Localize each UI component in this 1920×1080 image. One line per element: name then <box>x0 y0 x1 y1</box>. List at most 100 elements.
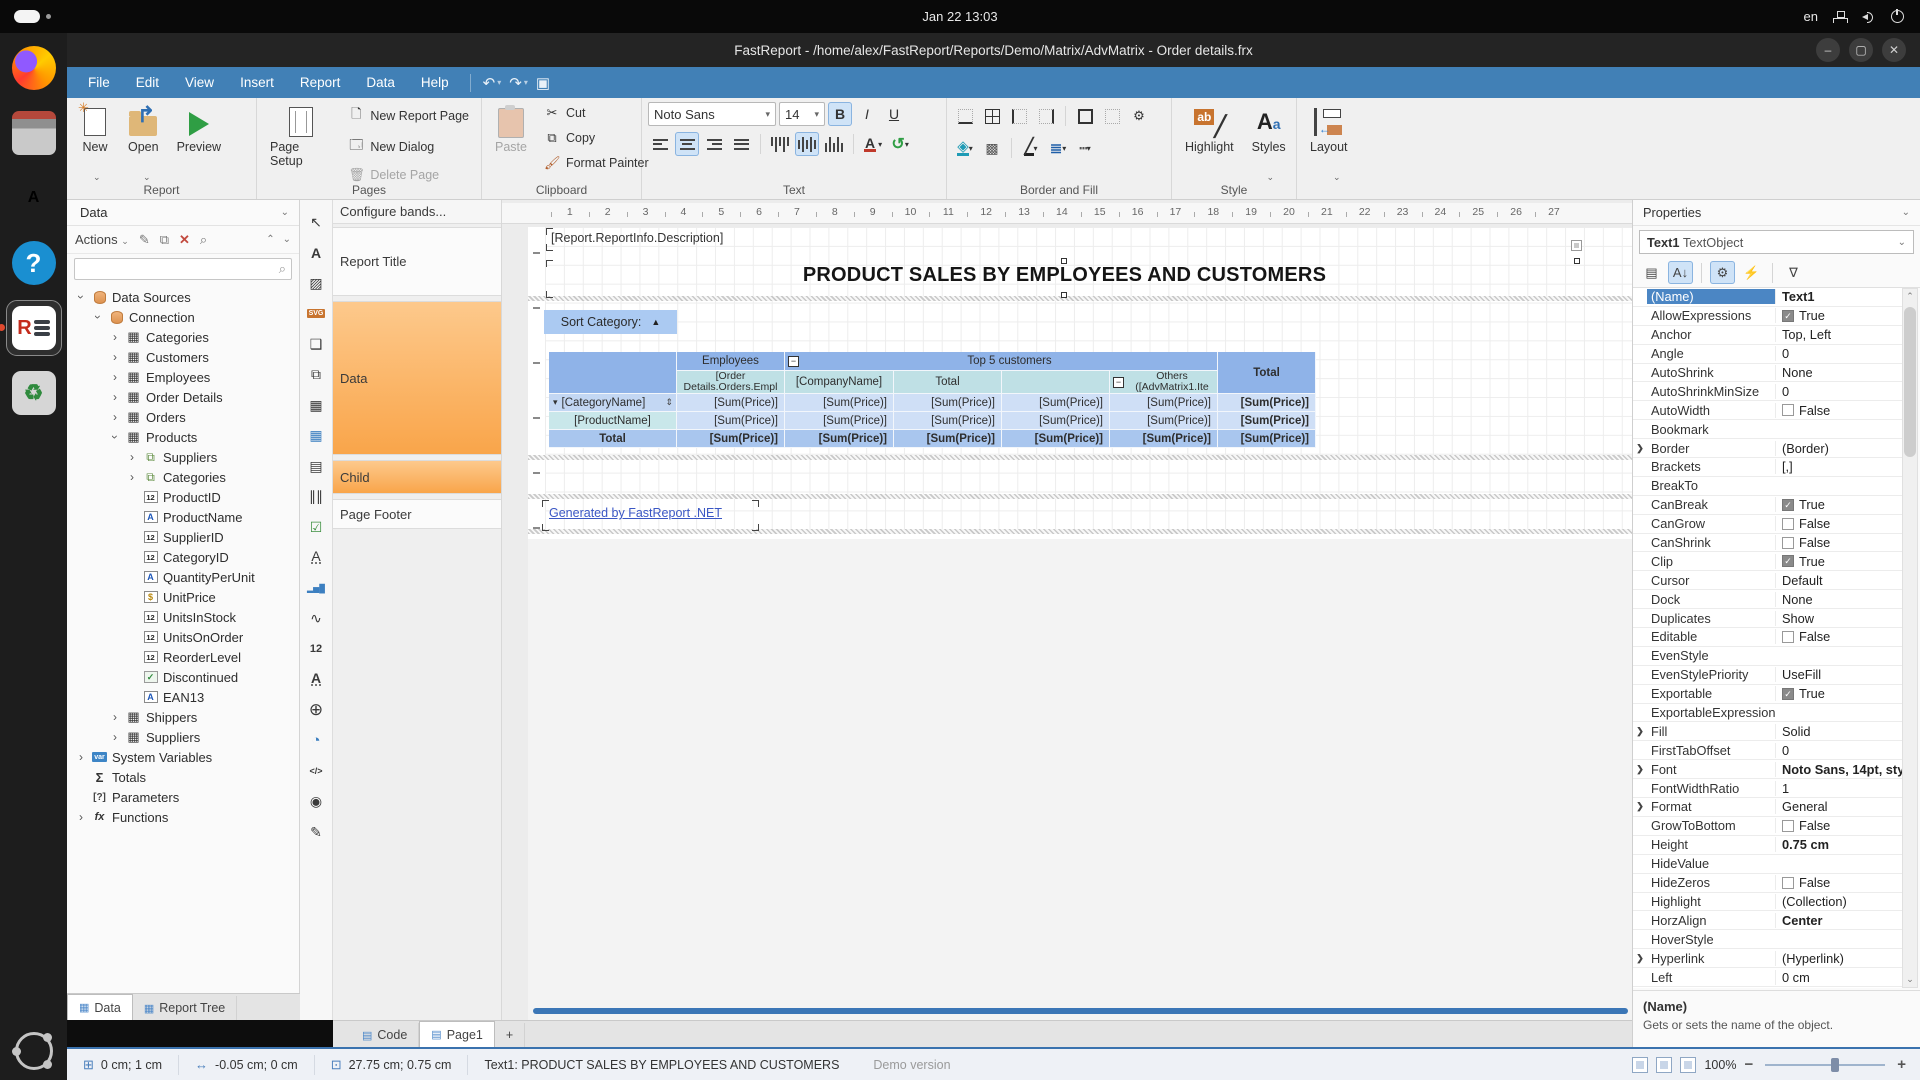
property-row-cursor[interactable]: CursorDefault <box>1633 571 1903 590</box>
firefox-dock-item[interactable] <box>7 41 61 95</box>
matrix-total-sum-cell[interactable]: [Sum(Price)] <box>1002 430 1110 448</box>
collapse-icon[interactable]: − <box>788 356 799 367</box>
align-right-button[interactable] <box>702 132 726 156</box>
tree-item-suppliers[interactable]: ›▦Suppliers <box>67 727 299 747</box>
categorized-view-button[interactable]: ▤ <box>1639 261 1664 284</box>
property-value[interactable]: Solid <box>1775 724 1903 739</box>
actions-dropdown[interactable]: Actions ⌄ <box>75 232 129 247</box>
undo-button[interactable]: ↶▾ <box>479 72 506 94</box>
matrix-others-header[interactable]: −Others ([AdvMatrix1.Ite <box>1110 371 1218 394</box>
tree-expander-icon[interactable]: › <box>109 350 121 364</box>
property-row-angle[interactable]: Angle0 <box>1633 345 1903 364</box>
picture-object[interactable]: ▨ <box>303 268 329 299</box>
property-row-duplicates[interactable]: DuplicatesShow <box>1633 609 1903 628</box>
property-value[interactable]: 0.75 cm <box>1775 837 1903 852</box>
tree-item-data-sources[interactable]: ›Data Sources <box>67 287 299 307</box>
property-value[interactable]: False <box>1775 516 1903 531</box>
menu-edit[interactable]: Edit <box>123 70 172 95</box>
help-dock-item[interactable]: ? <box>7 236 61 290</box>
maximize-button[interactable]: ▢ <box>1849 38 1873 62</box>
keyboard-layout-indicator[interactable]: en <box>1804 9 1818 24</box>
line-color-button[interactable]: ╱▾ <box>1019 136 1043 160</box>
property-value[interactable]: Text1 <box>1775 289 1903 304</box>
property-row-highlight[interactable]: Highlight(Collection) <box>1633 893 1903 912</box>
property-row-evenstyle[interactable]: EvenStyle <box>1633 647 1903 666</box>
ubuntu-logo-icon[interactable] <box>15 1032 53 1070</box>
matrix-top5-header[interactable]: −Top 5 customers <box>785 352 1218 371</box>
alphabetical-view-button[interactable]: A↓ <box>1668 261 1693 284</box>
minimize-button[interactable]: – <box>1816 38 1840 62</box>
power-icon[interactable] <box>1891 10 1904 23</box>
matrix-total-sum-cell[interactable]: [Sum(Price)] <box>677 430 785 448</box>
move-up-chevron-icon[interactable]: ⌃ <box>266 234 274 245</box>
configure-bands-button[interactable]: Configure bands... <box>333 200 501 224</box>
property-value[interactable]: Show <box>1775 611 1903 626</box>
properties-view-button[interactable]: ⚙ <box>1710 261 1735 284</box>
property-value[interactable]: [,] <box>1775 459 1903 474</box>
scroll-down-icon[interactable]: ⌄ <box>1903 974 1917 985</box>
menu-data[interactable]: Data <box>353 70 408 95</box>
menu-view[interactable]: View <box>172 70 227 95</box>
matrix-sum-cell[interactable]: [Sum(Price)] <box>1110 412 1218 430</box>
property-row-canbreak[interactable]: CanBreak✓True <box>1633 496 1903 515</box>
property-value[interactable]: ✓True <box>1775 686 1903 701</box>
matrix-total-sum-cell[interactable]: [Sum(Price)] <box>1218 394 1316 412</box>
zoom-slider[interactable] <box>1765 1064 1885 1066</box>
tree-item-order-details[interactable]: ›▦Order Details <box>67 387 299 407</box>
tree-item-quantityperunit[interactable]: AQuantityPerUnit <box>67 567 299 587</box>
line-width-button[interactable]: ≣▾ <box>1046 136 1070 160</box>
open-button[interactable]: Open <box>121 102 166 159</box>
tree-item-employees[interactable]: ›▦Employees <box>67 367 299 387</box>
property-value[interactable]: ✓True <box>1775 308 1903 323</box>
expander-icon[interactable]: ❯ <box>1633 801 1647 812</box>
matrix-sum-cell[interactable]: [Sum(Price)] <box>677 394 785 412</box>
fastreport-dock-item[interactable]: R <box>7 301 61 355</box>
band-separator[interactable] <box>528 296 1632 301</box>
new-dialog-button[interactable]: 🗔New Dialog <box>342 133 475 161</box>
band-separator[interactable] <box>528 455 1632 460</box>
property-value[interactable]: 0 <box>1775 384 1903 399</box>
property-row-fontwidthratio[interactable]: FontWidthRatio1 <box>1633 779 1903 798</box>
matrix-col-total-header[interactable]: Total <box>894 371 1002 394</box>
property-row-autoshrinkminsize[interactable]: AutoShrinkMinSize0 <box>1633 382 1903 401</box>
tree-expander-icon[interactable]: › <box>75 810 87 824</box>
matrix-sum-cell[interactable]: [Sum(Price)] <box>894 412 1002 430</box>
property-value[interactable]: Noto Sans, 14pt, styl <box>1775 762 1903 777</box>
expander-icon[interactable]: ❯ <box>1633 443 1647 454</box>
copy-datasource-icon[interactable]: ⧉ <box>160 232 169 248</box>
delete-datasource-icon[interactable]: ✕ <box>179 232 190 248</box>
property-row-fill[interactable]: ❯FillSolid <box>1633 722 1903 741</box>
matrix-grand-total-cell[interactable]: [Sum(Price)] <box>1218 430 1316 448</box>
page-view-single-icon[interactable] <box>1632 1057 1648 1073</box>
tree-item-products[interactable]: ›▦Products <box>67 427 299 447</box>
tree-item-functions[interactable]: ›fxFunctions <box>67 807 299 827</box>
description-text-object[interactable]: [Report.ReportInfo.Description] <box>551 231 723 245</box>
property-row-left[interactable]: Left0 cm <box>1633 968 1903 987</box>
fill-pattern-button[interactable]: ▩ <box>980 136 1004 160</box>
selection-handle[interactable] <box>1061 292 1067 298</box>
property-value[interactable]: None <box>1775 365 1903 380</box>
menu-report[interactable]: Report <box>287 70 354 95</box>
underline-button[interactable]: U <box>882 102 906 126</box>
copy-button[interactable]: ⧉Copy <box>538 127 655 149</box>
window-title-bar[interactable]: FastReport - /home/alex/FastReport/Repor… <box>67 33 1920 67</box>
checkbox-icon[interactable] <box>1782 404 1794 416</box>
view-data-icon[interactable]: ⌕ <box>200 232 207 248</box>
layout-button[interactable]: Layout <box>1303 102 1355 159</box>
tree-item-suppliers[interactable]: ›⧉Suppliers <box>67 447 299 467</box>
matrix-total-row-header[interactable]: Total <box>549 430 677 448</box>
border-bottom-button[interactable] <box>953 104 977 128</box>
tree-item-productid[interactable]: 12ProductID <box>67 487 299 507</box>
matrix-sum-cell[interactable]: [Sum(Price)] <box>677 412 785 430</box>
checkbox-object[interactable]: ☑ <box>303 512 329 543</box>
property-value[interactable]: (Border) <box>1775 441 1903 456</box>
property-row-hoverstyle[interactable]: HoverStyle <box>1633 930 1903 949</box>
page-setup-button[interactable]: Page Setup <box>263 102 338 173</box>
band-report-title[interactable]: Report Title <box>333 227 501 296</box>
checkbox-icon[interactable]: ✓ <box>1782 555 1794 567</box>
checkbox-icon[interactable]: ✓ <box>1782 499 1794 511</box>
font-size-select[interactable]: 14▾ <box>779 102 825 126</box>
tree-item-connection[interactable]: ›Connection <box>67 307 299 327</box>
zoom-slider-handle[interactable] <box>1831 1058 1839 1072</box>
highlight-button[interactable]: abHighlight <box>1178 102 1241 159</box>
